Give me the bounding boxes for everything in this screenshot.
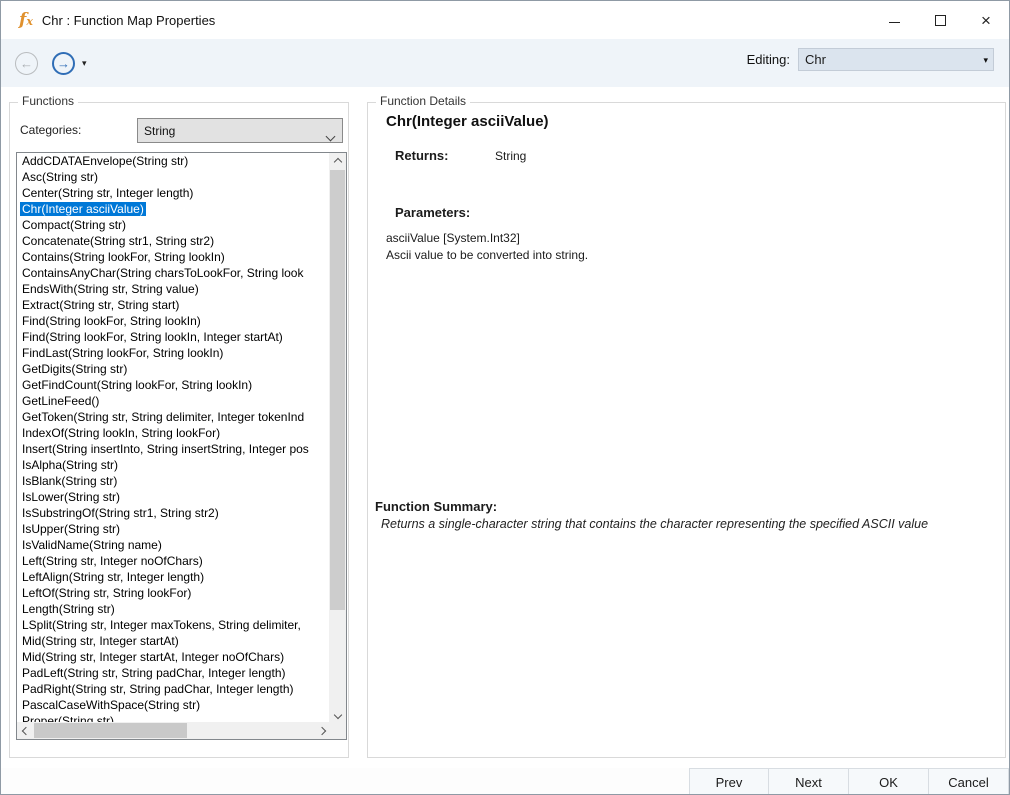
scroll-up-button[interactable] [329,153,346,170]
dropdown-arrow-icon: ▾ [983,55,988,66]
function-list-item[interactable]: Compact(String str) [17,217,330,233]
minimize-button[interactable] [871,1,917,39]
function-list-item[interactable]: IsUpper(String str) [17,521,330,537]
function-list-item[interactable]: Mid(String str, Integer startAt, Integer… [17,649,330,665]
function-list: AddCDATAEnvelope(String str)Asc(String s… [17,153,330,723]
chevron-right-icon [317,726,325,734]
prev-button[interactable]: Prev [689,768,769,795]
scroll-left-button[interactable] [17,722,34,739]
ok-button[interactable]: OK [849,768,929,795]
function-list-item[interactable]: Insert(String insertInto, String insertS… [17,441,330,457]
function-list-item[interactable]: IndexOf(String lookIn, String lookFor) [17,425,330,441]
minimize-icon [889,22,900,23]
function-list-item[interactable]: Left(String str, Integer noOfChars) [17,553,330,569]
vertical-scrollbar[interactable] [329,153,346,723]
function-list-item[interactable]: Find(String lookFor, String lookIn, Inte… [17,329,330,345]
chevron-down-icon [333,710,341,718]
function-summary-label: Function Summary: [375,499,497,514]
footer-button-bar: Prev Next OK Cancel [1,768,1009,795]
scroll-right-button[interactable] [313,722,330,739]
function-list-item[interactable]: GetDigits(String str) [17,361,330,377]
navigation-toolbar: ← → ▾ Editing: Chr ▾ [1,39,1009,87]
arrow-left-icon: ← [20,57,33,70]
function-list-item[interactable]: Concatenate(String str1, String str2) [17,233,330,249]
parameter-description: Ascii value to be converted into string. [386,248,588,262]
function-details-groupbox-title: Function Details [376,94,470,108]
editing-combobox[interactable]: Chr ▾ [798,48,994,71]
function-list-item[interactable]: IsAlpha(String str) [17,457,330,473]
function-list-item[interactable]: Find(String lookFor, String lookIn) [17,313,330,329]
scrollbar-corner [329,722,346,739]
function-list-item[interactable]: Length(String str) [17,601,330,617]
maximize-button[interactable] [917,1,963,39]
function-summary-text: Returns a single-character string that c… [381,517,928,531]
function-list-item[interactable]: IsValidName(String name) [17,537,330,553]
close-icon: × [981,12,991,29]
function-list-item[interactable]: LeftAlign(String str, Integer length) [17,569,330,585]
function-list-item[interactable]: GetLineFeed() [17,393,330,409]
function-signature: Chr(Integer asciiValue) [386,113,549,130]
forward-button[interactable]: → [52,52,75,75]
arrow-right-icon: → [57,57,70,70]
window-title: Chr : Function Map Properties [42,13,215,28]
parameters-label: Parameters: [395,205,470,220]
horizontal-scrollbar-thumb[interactable] [34,723,187,738]
function-list-item[interactable]: EndsWith(String str, String value) [17,281,330,297]
function-list-item[interactable]: ContainsAnyChar(String charsToLookFor, S… [17,265,330,281]
function-list-item[interactable]: Chr(Integer asciiValue) [17,201,330,217]
categories-label: Categories: [20,123,81,137]
editing-combobox-value: Chr [805,52,826,67]
maximize-icon [935,15,946,26]
function-list-item[interactable]: Asc(String str) [17,169,330,185]
function-list-item[interactable]: GetFindCount(String lookFor, String look… [17,377,330,393]
function-list-item[interactable]: IsLower(String str) [17,489,330,505]
returns-value: String [495,149,526,163]
chevron-up-icon [333,157,341,165]
function-list-item[interactable]: AddCDATAEnvelope(String str) [17,153,330,169]
categories-combobox-value: String [144,124,175,138]
categories-combobox[interactable]: String [137,118,343,143]
title-bar: fx Chr : Function Map Properties × [1,1,1009,39]
chevron-left-icon [21,726,29,734]
functions-groupbox-title: Functions [18,94,78,108]
horizontal-scrollbar[interactable] [17,722,330,739]
scroll-down-button[interactable] [329,706,346,723]
returns-label: Returns: [395,148,448,163]
function-map-properties-dialog: fx Chr : Function Map Properties × ← → ▾… [0,0,1010,795]
function-listbox: AddCDATAEnvelope(String str)Asc(String s… [16,152,347,740]
function-list-item[interactable]: FindLast(String lookFor, String lookIn) [17,345,330,361]
forward-history-dropdown[interactable]: ▾ [82,58,87,69]
function-list-item[interactable]: IsSubstringOf(String str1, String str2) [17,505,330,521]
chevron-down-icon [327,127,334,145]
function-list-item[interactable]: PadRight(String str, String padChar, Int… [17,681,330,697]
function-list-item[interactable]: Extract(String str, String start) [17,297,330,313]
function-list-item[interactable]: LSplit(String str, Integer maxTokens, St… [17,617,330,633]
editing-label: Editing: [747,52,790,67]
vertical-scrollbar-thumb[interactable] [330,170,345,610]
close-button[interactable]: × [963,1,1009,39]
function-list-item[interactable]: Center(String str, Integer length) [17,185,330,201]
function-list-item[interactable]: GetToken(String str, String delimiter, I… [17,409,330,425]
window-controls: × [871,1,1009,39]
function-list-item[interactable]: Contains(String lookFor, String lookIn) [17,249,330,265]
editing-section: Editing: Chr ▾ [747,48,994,71]
back-button[interactable]: ← [15,52,38,75]
function-list-item[interactable]: PascalCaseWithSpace(String str) [17,697,330,713]
cancel-button[interactable]: Cancel [929,768,1009,795]
function-details-groupbox: Function Details Chr(Integer asciiValue)… [367,102,1006,758]
function-list-item[interactable]: Mid(String str, Integer startAt) [17,633,330,649]
fx-function-icon: fx [19,12,33,29]
functions-groupbox: Functions Categories: String AddCDATAEnv… [9,102,349,758]
next-button[interactable]: Next [769,768,849,795]
function-list-item[interactable]: PadLeft(String str, String padChar, Inte… [17,665,330,681]
function-list-item[interactable]: LeftOf(String str, String lookFor) [17,585,330,601]
parameter-name: asciiValue [System.Int32] [386,231,520,245]
function-list-item[interactable]: IsBlank(String str) [17,473,330,489]
